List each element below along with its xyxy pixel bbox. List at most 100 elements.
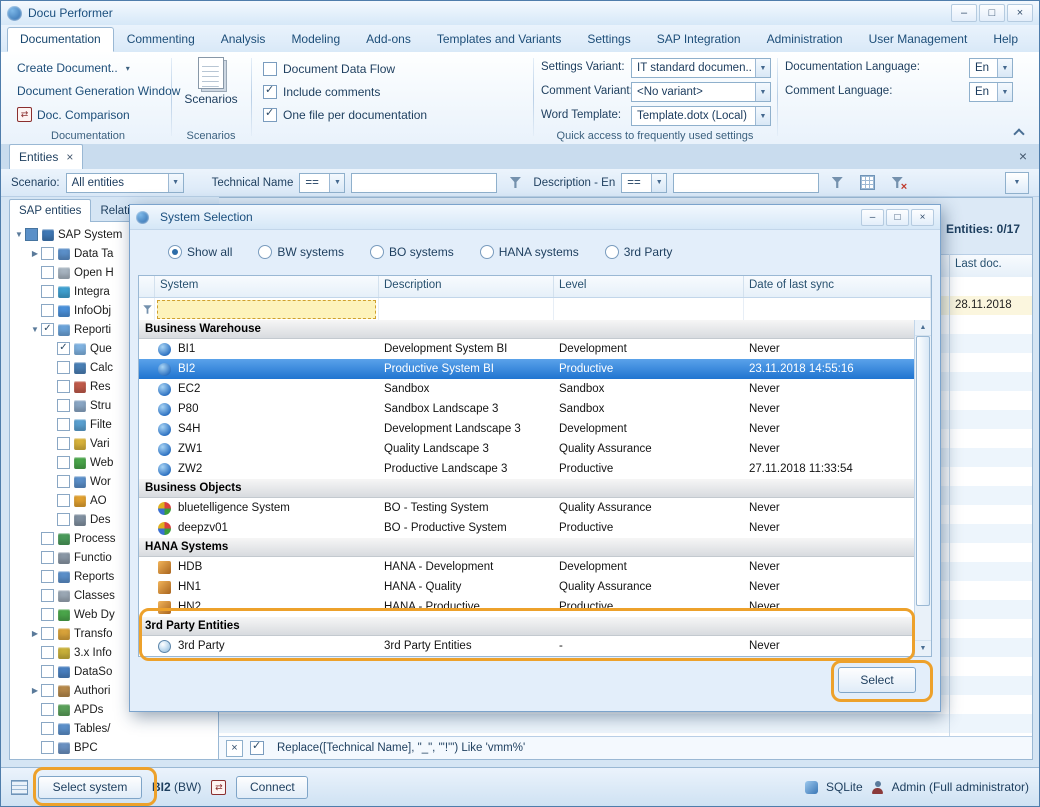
column-header-system[interactable]: System bbox=[155, 276, 379, 297]
radio-hana-systems[interactable]: HANA systems bbox=[480, 245, 579, 259]
tree-checkbox[interactable] bbox=[57, 513, 70, 526]
system-row-p80[interactable]: P80Sandbox Landscape 3SandboxNever bbox=[139, 399, 915, 419]
expand-icon[interactable]: ▶ bbox=[29, 629, 41, 638]
technical-name-operator-combo[interactable]: == bbox=[299, 173, 345, 193]
document-generation-window-button[interactable]: Document Generation Window bbox=[17, 84, 180, 98]
dialog-minimize-icon[interactable]: – bbox=[861, 209, 884, 226]
tree-checkbox[interactable] bbox=[57, 456, 70, 469]
close-icon[interactable]: × bbox=[1007, 4, 1033, 22]
system-row-zw2[interactable]: ZW2Productive Landscape 3Productive27.11… bbox=[139, 459, 915, 479]
tree-checkbox[interactable] bbox=[25, 228, 38, 241]
ribbon-tab-modeling[interactable]: Modeling bbox=[278, 27, 353, 52]
tree-checkbox[interactable] bbox=[57, 418, 70, 431]
ribbon-tab-administration[interactable]: Administration bbox=[754, 27, 856, 52]
tree-checkbox[interactable] bbox=[41, 532, 54, 545]
tree-checkbox[interactable] bbox=[57, 437, 70, 450]
grid-view-button[interactable] bbox=[855, 172, 879, 194]
connect-button[interactable]: Connect bbox=[236, 776, 308, 799]
tree-item-core-data-services-c[interactable]: ▶Core Data Services (C... bbox=[10, 757, 218, 760]
tree-checkbox[interactable] bbox=[57, 380, 70, 393]
system-row-s4h[interactable]: S4HDevelopment Landscape 3DevelopmentNev… bbox=[139, 419, 915, 439]
tree-checkbox[interactable] bbox=[41, 589, 54, 602]
system-row-deepzv01[interactable]: deepzv01BO - Productive SystemProductive… bbox=[139, 518, 915, 538]
ribbon-checkbox-row[interactable]: Document Data Flow bbox=[263, 62, 395, 76]
system-row-3rd-party[interactable]: 3rd Party3rd Party Entities-Never bbox=[139, 636, 915, 656]
comparison-icon[interactable]: ⇄ bbox=[211, 780, 226, 795]
column-header-description[interactable]: Description bbox=[379, 276, 554, 297]
tree-checkbox[interactable] bbox=[41, 684, 54, 697]
ribbon-tab-user-management[interactable]: User Management bbox=[856, 27, 981, 52]
dialog-close-icon[interactable]: × bbox=[911, 209, 934, 226]
tree-item-tables[interactable]: Tables/ bbox=[10, 719, 218, 738]
vertical-scrollbar[interactable]: ▲ ▼ bbox=[914, 320, 931, 656]
tree-checkbox[interactable] bbox=[41, 665, 54, 678]
tree-item-bpc[interactable]: BPC bbox=[10, 738, 218, 757]
technical-name-filter-icon[interactable] bbox=[503, 172, 527, 194]
expand-icon[interactable]: ▶ bbox=[29, 686, 41, 695]
last-sync-filter-cell[interactable] bbox=[744, 298, 931, 321]
technical-name-input[interactable] bbox=[351, 173, 497, 193]
pane-close-icon[interactable]: × bbox=[1019, 148, 1027, 164]
create-document-button[interactable]: Create Document.. bbox=[17, 61, 130, 75]
include-comments-checkbox[interactable] bbox=[263, 85, 277, 99]
system-row-hn2[interactable]: HN2HANA - ProductiveProductiveNever bbox=[139, 597, 915, 617]
tree-checkbox[interactable] bbox=[41, 570, 54, 583]
level-filter-cell[interactable] bbox=[554, 298, 744, 321]
ribbon-tab-add-ons[interactable]: Add-ons bbox=[353, 27, 424, 52]
scrollbar-thumb[interactable] bbox=[916, 336, 930, 606]
scroll-up-icon[interactable]: ▲ bbox=[915, 320, 931, 336]
tree-checkbox[interactable] bbox=[41, 646, 54, 659]
tree-checkbox[interactable] bbox=[41, 247, 54, 260]
tab-close-icon[interactable]: × bbox=[66, 151, 73, 163]
maximize-icon[interactable]: □ bbox=[979, 4, 1005, 22]
tree-checkbox[interactable] bbox=[41, 285, 54, 298]
radio-3rd-party[interactable]: 3rd Party bbox=[605, 245, 673, 259]
documentation-language-combo[interactable]: En bbox=[969, 58, 1013, 78]
system-group-business-warehouse[interactable]: Business Warehouse bbox=[139, 320, 915, 339]
tree-checkbox[interactable] bbox=[41, 703, 54, 716]
select-system-button[interactable]: Select system bbox=[38, 776, 142, 799]
system-row-bi2[interactable]: BI2Productive System BIProductive23.11.2… bbox=[139, 359, 915, 379]
ribbon-tab-help[interactable]: Help bbox=[980, 27, 1031, 52]
scenarios-button[interactable]: Scenarios bbox=[173, 57, 249, 106]
tree-checkbox[interactable]: ✓ bbox=[41, 323, 54, 336]
system-row-bi1[interactable]: BI1Development System BIDevelopmentNever bbox=[139, 339, 915, 359]
description-filter-cell[interactable] bbox=[379, 298, 554, 321]
comment-variant-combo[interactable]: <No variant> bbox=[631, 82, 771, 102]
ribbon-tab-settings[interactable]: Settings bbox=[574, 27, 643, 52]
tree-checkbox[interactable] bbox=[57, 399, 70, 412]
settings-variant-combo[interactable]: IT standard documen.. bbox=[631, 58, 771, 78]
system-group-3rd-party-entities[interactable]: 3rd Party Entities bbox=[139, 617, 915, 636]
collapse-icon[interactable]: ▼ bbox=[29, 325, 41, 334]
ribbon-checkbox-row[interactable]: Include comments bbox=[263, 85, 380, 99]
description-operator-combo[interactable]: == bbox=[621, 173, 667, 193]
tree-checkbox[interactable] bbox=[57, 361, 70, 374]
tree-checkbox[interactable] bbox=[41, 627, 54, 640]
tree-checkbox[interactable] bbox=[57, 494, 70, 507]
radio-show-all[interactable]: Show all bbox=[168, 245, 232, 259]
ribbon-tab-documentation[interactable]: Documentation bbox=[7, 27, 114, 52]
description-filter-icon[interactable] bbox=[825, 172, 849, 194]
dialog-maximize-icon[interactable]: □ bbox=[886, 209, 909, 226]
ribbon-tab-templates-and-variants[interactable]: Templates and Variants bbox=[424, 27, 575, 52]
tree-checkbox[interactable] bbox=[41, 608, 54, 621]
column-header-last-sync[interactable]: Date of last sync bbox=[744, 276, 931, 297]
filter-enabled-checkbox[interactable] bbox=[250, 741, 264, 755]
document-data-flow-checkbox[interactable] bbox=[263, 62, 277, 76]
scroll-down-icon[interactable]: ▼ bbox=[915, 640, 931, 656]
tree-checkbox[interactable] bbox=[41, 551, 54, 564]
ribbon-tab-analysis[interactable]: Analysis bbox=[208, 27, 279, 52]
system-filter-cell[interactable] bbox=[155, 298, 379, 321]
tab-entities[interactable]: Entities × bbox=[9, 144, 83, 169]
ribbon-tab-commenting[interactable]: Commenting bbox=[114, 27, 208, 52]
tree-checkbox[interactable] bbox=[41, 741, 54, 754]
comment-language-combo[interactable]: En bbox=[969, 82, 1013, 102]
system-row-bluetelligence-system[interactable]: bluetelligence SystemBO - Testing System… bbox=[139, 498, 915, 518]
clear-filter-button[interactable] bbox=[885, 172, 909, 194]
minimize-icon[interactable]: – bbox=[951, 4, 977, 22]
tree-checkbox[interactable]: ✓ bbox=[57, 342, 70, 355]
collapse-icon[interactable]: ▼ bbox=[13, 230, 25, 239]
system-row-hdb[interactable]: HDBHANA - DevelopmentDevelopmentNever bbox=[139, 557, 915, 577]
status-grid-icon[interactable] bbox=[11, 780, 28, 795]
expand-icon[interactable]: ▶ bbox=[29, 249, 41, 258]
